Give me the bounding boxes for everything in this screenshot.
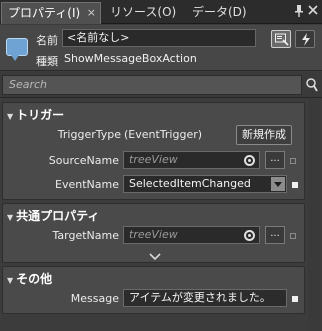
name-label: 名前 [36, 34, 58, 47]
property-marker[interactable] [292, 182, 298, 188]
section-common-header[interactable]: ▼ 共通プロパティ [7, 207, 99, 224]
tab-properties-label: プロパティ(I) [8, 6, 81, 20]
search-icon[interactable] [306, 78, 318, 92]
target-picker-icon[interactable] [244, 230, 255, 241]
expand-advanced-icon[interactable] [148, 252, 162, 262]
object-header: 名前 <名前なし> 種類 ShowMessageBoxAction [0, 25, 322, 71]
properties-view-button[interactable] [271, 30, 291, 48]
property-marker[interactable] [290, 158, 296, 164]
target-name-browse-button[interactable]: ... [265, 226, 285, 244]
lightning-icon [302, 33, 310, 46]
target-name-field[interactable]: treeView [123, 226, 260, 244]
object-name-field[interactable]: <名前なし> [62, 29, 256, 47]
section-trigger-title: トリガー [16, 108, 65, 122]
panel-tab-bar: プロパティ(I) × リソース(O) データ(D) [0, 0, 322, 24]
type-label: 種類 [36, 55, 58, 68]
section-trigger: ▼ トリガー TriggerType (EventTrigger) 新規作成 So… [2, 102, 305, 200]
properties-icon [275, 33, 289, 46]
trigger-type-value: (EventTrigger) [124, 128, 203, 141]
section-other-header[interactable]: ▼ その他 [7, 270, 52, 287]
tab-data[interactable]: データ(D) [186, 2, 253, 24]
close-panel-icon[interactable] [307, 5, 319, 17]
search-input[interactable]: Search [2, 75, 302, 95]
event-name-dropdown[interactable]: SelectedItemChanged [123, 175, 287, 193]
events-view-button[interactable] [295, 30, 315, 48]
new-trigger-button[interactable]: 新規作成 [236, 125, 292, 145]
event-name-value: SelectedItemChanged [129, 177, 251, 190]
section-other: ▼ その他 Message アイテムが変更されました。 [2, 266, 305, 314]
close-icon[interactable]: × [87, 3, 96, 23]
target-name-label: TargetName [52, 229, 119, 242]
event-name-label: EventName [55, 178, 119, 191]
tab-resources[interactable]: リソース(O) [104, 2, 182, 24]
section-common-properties: ▼ 共通プロパティ TargetName treeView ... [2, 203, 305, 263]
message-label: Message [70, 292, 119, 305]
section-trigger-header[interactable]: ▼ トリガー [7, 106, 64, 123]
source-name-label: SourceName [48, 154, 119, 167]
object-type-value: ShowMessageBoxAction [64, 52, 197, 65]
chevron-down-icon[interactable] [271, 177, 285, 191]
collapse-triangle-icon: ▼ [7, 112, 14, 121]
target-picker-icon[interactable] [244, 155, 255, 166]
property-marker[interactable] [290, 233, 296, 239]
speech-bubble-icon [6, 38, 28, 61]
tab-properties[interactable]: プロパティ(I) × [1, 2, 101, 24]
vertical-scrollbar[interactable] [308, 99, 320, 331]
property-marker[interactable] [292, 296, 298, 302]
collapse-triangle-icon: ▼ [7, 213, 14, 222]
trigger-type-label: TriggerType [57, 128, 121, 141]
search-bar: Search [0, 72, 322, 98]
source-name-field[interactable]: treeView [123, 151, 260, 169]
message-field[interactable]: アイテムが変更されました。 [123, 289, 287, 307]
property-grid: ▼ トリガー TriggerType (EventTrigger) 新規作成 So… [0, 99, 322, 331]
section-common-title: 共通プロパティ [16, 209, 100, 223]
source-name-browse-button[interactable]: ... [265, 151, 285, 169]
collapse-triangle-icon: ▼ [7, 276, 14, 285]
section-other-title: その他 [16, 272, 53, 286]
pin-icon[interactable] [293, 5, 305, 17]
